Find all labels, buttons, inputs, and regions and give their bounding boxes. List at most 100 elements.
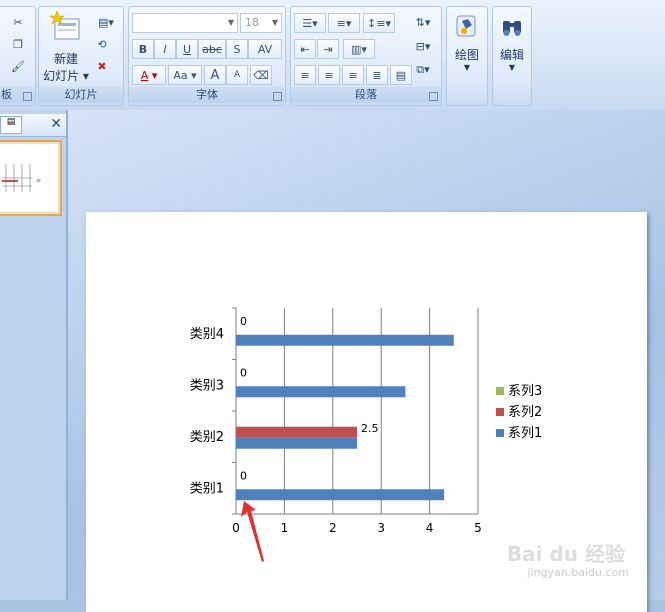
align-right-button[interactable]: ≡ — [342, 65, 364, 85]
reset-icon[interactable]: ⟲ — [93, 35, 111, 53]
smartart-icon[interactable]: ⧉▾ — [411, 61, 435, 79]
drawing-label: 绘图 — [454, 48, 479, 62]
layout-icon[interactable]: ▤▾ — [93, 13, 119, 31]
outline-tab[interactable]: ▤ — [0, 116, 22, 134]
line-spacing-icon: ↕≡▾ — [367, 16, 391, 30]
align-center-icon: ≡ — [324, 68, 334, 82]
bar-系列1-类别4 — [236, 334, 454, 346]
change-case-glyph: Aa — [173, 68, 188, 82]
x-tick-label: 2 — [329, 521, 337, 535]
clear-format-icon: ⌫ — [253, 68, 269, 82]
format-painter-icon[interactable]: 🖌 — [9, 57, 27, 75]
font-group-label: 字体 — [129, 87, 285, 103]
watermark-logo: Bai du 经验 — [506, 542, 625, 566]
paragraph-group: ☰▾ ≡▾ ↕≡▾ ⇅▾ ⇤ ⇥ ▥▾ ⊟▾ ≡ ≡ ≡ ≣ ▤ ⧉▾ 段落 — [290, 6, 442, 106]
legend-label: 系列1 — [508, 426, 542, 441]
increase-indent-button[interactable]: ⇥ — [317, 39, 339, 59]
ribbon: ✂ ❐ 🖌 板 新建 幻灯片 ▾ ▤▾ ⟲ ✖ 幻灯片 ▼ 18 ▼ B I U… — [0, 0, 665, 111]
bar-系列1-类别3 — [236, 386, 406, 398]
editing-dropdown-icon: ▼ — [508, 63, 516, 72]
bold-button[interactable]: B — [132, 39, 154, 59]
binoculars-icon — [503, 21, 521, 36]
bullets-button[interactable]: ☰▾ — [294, 13, 326, 33]
new-slide-label-1: 新建 — [53, 52, 78, 66]
slides-pane: ▤ ✕ ≡ — [0, 110, 68, 600]
paragraph-launcher[interactable] — [429, 92, 438, 101]
bar-系列1-类别2 — [236, 437, 357, 449]
cut-icon[interactable]: ✂ — [9, 13, 27, 31]
char-spacing-button[interactable]: AV — [248, 39, 282, 59]
clear-format-button[interactable]: ⌫ — [250, 65, 272, 85]
category-label: 类别1 — [190, 481, 224, 496]
svg-text:≡: ≡ — [36, 177, 41, 184]
data-label: 0 — [240, 366, 247, 379]
new-slide-button[interactable]: 新建 幻灯片 ▾ — [41, 10, 91, 84]
editing-button[interactable]: 编辑 ▼ — [493, 13, 531, 72]
legend-label: 系列3 — [508, 384, 542, 399]
font-name-combo[interactable]: ▼ — [132, 13, 238, 33]
underline-button[interactable]: U — [176, 39, 198, 59]
slides-pane-tabs: ▤ ✕ — [0, 114, 66, 137]
shrink-font-button[interactable]: A — [226, 65, 248, 85]
x-tick-label: 4 — [426, 521, 434, 535]
slide-thumbnail-1[interactable]: ≡ — [0, 140, 62, 216]
drawing-button[interactable]: 绘图 ▼ — [447, 13, 487, 72]
decrease-indent-button[interactable]: ⇤ — [294, 39, 316, 59]
shadow-button[interactable]: S — [226, 39, 248, 59]
slides-group-label: 幻灯片 — [39, 87, 123, 103]
clipboard-launcher[interactable] — [23, 92, 32, 101]
close-pane-icon[interactable]: ✕ — [50, 116, 62, 132]
font-group: ▼ 18 ▼ B I U abc S AV A ▾ Aa ▾ A A ⌫ 字体 — [128, 6, 286, 106]
grow-font-button[interactable]: A — [204, 65, 226, 85]
category-label: 类别2 — [190, 430, 224, 445]
columns-icon: ▥▾ — [351, 42, 367, 56]
font-color-button[interactable]: A ▾ — [132, 65, 166, 85]
slides-group: 新建 幻灯片 ▾ ▤▾ ⟲ ✖ 幻灯片 — [38, 6, 124, 106]
align-center-button[interactable]: ≡ — [318, 65, 340, 85]
line-spacing-button[interactable]: ↕≡▾ — [363, 13, 395, 33]
legend-swatch-系列2 — [496, 408, 504, 416]
delete-slide-icon[interactable]: ✖ — [93, 57, 111, 75]
change-case-button[interactable]: Aa ▾ — [168, 65, 202, 85]
font-color-glyph: A — [140, 68, 149, 82]
numbering-button[interactable]: ≡▾ — [328, 13, 360, 33]
align-right-icon: ≡ — [348, 68, 358, 82]
category-label: 类别4 — [190, 327, 224, 342]
data-label: 0 — [240, 315, 247, 328]
distribute-button[interactable]: ▤ — [390, 65, 412, 85]
drawing-icon — [456, 15, 476, 37]
justify-button[interactable]: ≣ — [366, 65, 388, 85]
watermark-url: jingyan.baidu.com — [527, 566, 629, 579]
numbering-icon: ≡▾ — [336, 16, 352, 30]
drawing-dropdown-icon: ▼ — [463, 63, 471, 72]
font-size-combo[interactable]: 18 ▼ — [240, 13, 282, 33]
drawing-group: 绘图 ▼ — [446, 6, 488, 106]
italic-button[interactable]: I — [154, 39, 176, 59]
align-text-icon[interactable]: ⊟▾ — [411, 37, 435, 55]
increase-indent-icon: ⇥ — [323, 42, 333, 56]
justify-icon: ≣ — [372, 68, 382, 82]
align-left-icon: ≡ — [300, 68, 310, 82]
new-slide-label-2-text: 幻灯片 — [43, 69, 80, 83]
editing-label: 编辑 — [499, 48, 524, 62]
category-label: 类别3 — [190, 378, 224, 393]
legend-swatch-系列3 — [496, 387, 504, 395]
clipboard-group: ✂ ❐ 🖌 板 — [0, 6, 36, 106]
font-size-value: 18 — [245, 16, 259, 29]
copy-icon[interactable]: ❐ — [9, 35, 27, 53]
font-launcher[interactable] — [273, 92, 282, 101]
x-tick-label: 5 — [474, 521, 482, 535]
x-tick-label: 1 — [281, 521, 289, 535]
text-direction-icon[interactable]: ⇅▾ — [411, 13, 435, 31]
data-label: 0 — [240, 469, 247, 482]
annotation-arrow — [241, 501, 264, 562]
strikethrough-button[interactable]: abc — [198, 39, 226, 59]
bullets-icon: ☰▾ — [302, 16, 318, 30]
bar-系列2-类别2 — [236, 426, 357, 438]
font-name-dropdown-icon: ▼ — [227, 18, 234, 27]
align-left-button[interactable]: ≡ — [294, 65, 316, 85]
x-tick-label: 3 — [377, 521, 385, 535]
decrease-indent-icon: ⇤ — [300, 42, 310, 56]
bar-系列1-类别1 — [236, 489, 445, 501]
columns-button[interactable]: ▥▾ — [343, 39, 375, 59]
